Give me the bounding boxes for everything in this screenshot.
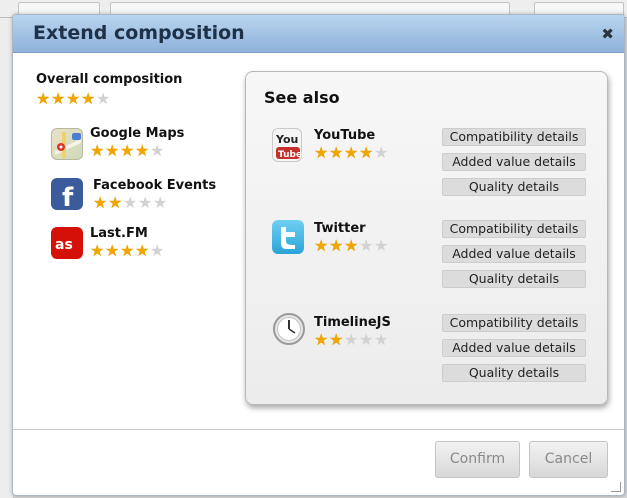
app-name: Facebook Events	[93, 178, 217, 193]
resize-handle-icon[interactable]	[611, 482, 621, 492]
quality-details-button[interactable]: Quality details	[442, 178, 586, 196]
app-rating: ★ ★ ★ ★ ★	[90, 243, 165, 259]
see-also-name: TimelineJS	[314, 315, 391, 330]
star-filled-icon: ★	[90, 241, 105, 260]
star-empty-icon: ★	[374, 143, 389, 162]
compatibility-details-button[interactable]: Compatibility details	[442, 220, 586, 238]
star-filled-icon: ★	[51, 89, 66, 108]
star-filled-icon: ★	[329, 143, 344, 162]
star-filled-icon: ★	[329, 236, 344, 255]
star-filled-icon: ★	[314, 330, 329, 349]
star-filled-icon: ★	[90, 141, 105, 160]
svg-text:as: as	[55, 237, 73, 253]
see-also-rating: ★ ★ ★ ★ ★	[314, 238, 389, 254]
star-filled-icon: ★	[66, 89, 81, 108]
star-filled-icon: ★	[344, 236, 359, 255]
extend-composition-dialog: Extend composition ✖ Overall composition…	[12, 14, 625, 496]
app-rating: ★ ★ ★ ★ ★	[90, 143, 165, 159]
star-filled-icon: ★	[105, 241, 120, 260]
google-maps-icon	[51, 128, 83, 160]
see-also-name: YouTube	[314, 128, 376, 143]
star-filled-icon: ★	[93, 193, 108, 212]
added-value-details-button[interactable]: Added value details	[442, 245, 586, 263]
star-filled-icon: ★	[120, 241, 135, 260]
svg-text:f: f	[62, 183, 74, 210]
see-also-name: Twitter	[314, 221, 366, 236]
star-empty-icon: ★	[153, 193, 168, 212]
app-rating: ★ ★ ★ ★ ★	[93, 195, 168, 211]
cancel-button[interactable]: Cancel	[529, 441, 608, 478]
compatibility-details-button[interactable]: Compatibility details	[442, 314, 586, 332]
star-filled-icon: ★	[36, 89, 51, 108]
overall-rating: ★ ★ ★ ★ ★	[36, 91, 111, 107]
star-empty-icon: ★	[96, 89, 111, 108]
star-filled-icon: ★	[329, 330, 344, 349]
star-empty-icon: ★	[138, 193, 153, 212]
svg-text:You: You	[275, 133, 298, 146]
overall-composition-label: Overall composition	[36, 72, 183, 87]
youtube-icon: You Tube	[272, 128, 302, 162]
star-empty-icon: ★	[150, 141, 165, 160]
star-filled-icon: ★	[359, 143, 374, 162]
star-filled-icon: ★	[120, 141, 135, 160]
star-empty-icon: ★	[359, 330, 374, 349]
added-value-details-button[interactable]: Added value details	[442, 339, 586, 357]
see-also-title: See also	[264, 88, 340, 107]
compatibility-details-button[interactable]: Compatibility details	[442, 128, 586, 146]
added-value-details-button[interactable]: Added value details	[442, 153, 586, 171]
clock-icon	[272, 312, 306, 346]
quality-details-button[interactable]: Quality details	[442, 364, 586, 382]
twitter-icon	[272, 220, 304, 254]
quality-details-button[interactable]: Quality details	[442, 270, 586, 288]
star-filled-icon: ★	[135, 241, 150, 260]
dialog-titlebar: Extend composition ✖	[13, 15, 624, 53]
see-also-rating: ★ ★ ★ ★ ★	[314, 332, 389, 348]
dialog-title: Extend composition	[33, 22, 245, 44]
star-filled-icon: ★	[314, 236, 329, 255]
confirm-button[interactable]: Confirm	[435, 441, 520, 478]
star-filled-icon: ★	[108, 193, 123, 212]
star-empty-icon: ★	[150, 241, 165, 260]
close-icon[interactable]: ✖	[601, 25, 614, 43]
star-filled-icon: ★	[105, 141, 120, 160]
svg-text:Tube: Tube	[278, 150, 302, 160]
star-filled-icon: ★	[135, 141, 150, 160]
star-empty-icon: ★	[359, 236, 374, 255]
star-empty-icon: ★	[374, 330, 389, 349]
star-filled-icon: ★	[344, 143, 359, 162]
star-empty-icon: ★	[344, 330, 359, 349]
star-empty-icon: ★	[374, 236, 389, 255]
star-filled-icon: ★	[314, 143, 329, 162]
app-name: Last.FM	[90, 226, 148, 241]
footer-divider	[13, 429, 624, 430]
lastfm-icon: as	[51, 227, 83, 259]
app-name: Google Maps	[90, 126, 185, 141]
star-filled-icon: ★	[81, 89, 96, 108]
see-also-rating: ★ ★ ★ ★ ★	[314, 145, 389, 161]
facebook-icon: f	[51, 178, 83, 213]
star-empty-icon: ★	[123, 193, 138, 212]
see-also-panel: See also You Tube YouTube ★ ★ ★ ★ ★ Compatib…	[245, 71, 608, 405]
